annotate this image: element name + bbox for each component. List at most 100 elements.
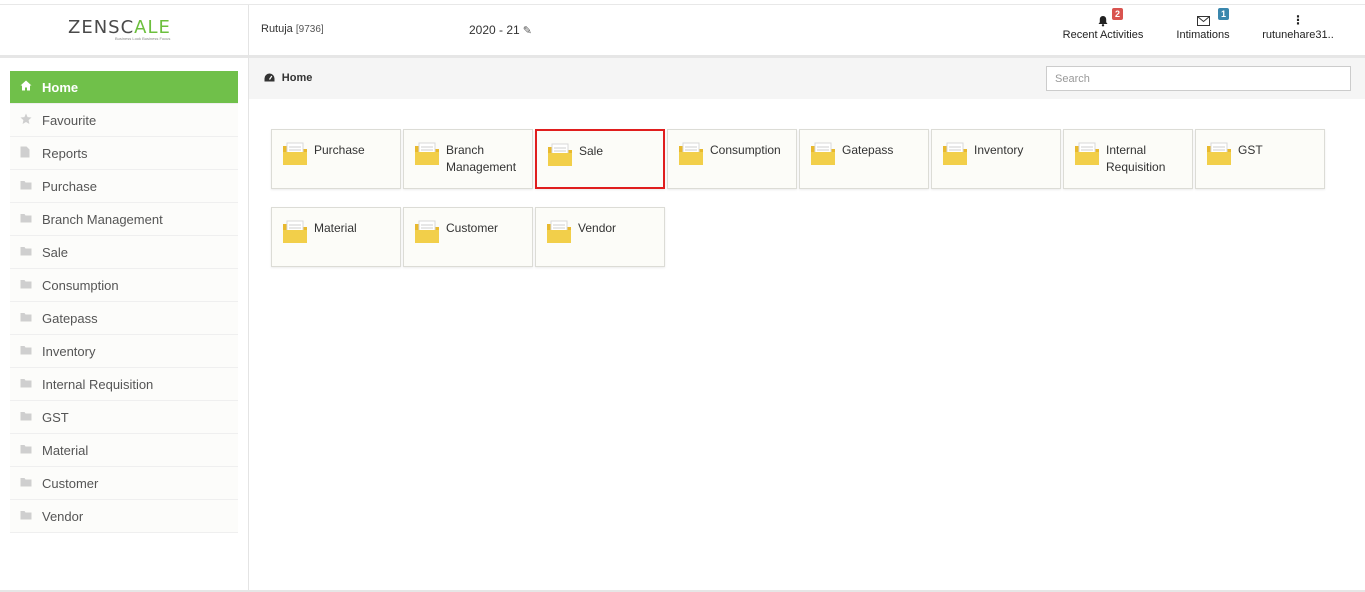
sidebar-item-label: Vendor: [42, 508, 84, 524]
user-name: Rutuja: [261, 23, 293, 35]
tile-label: Sale: [579, 144, 604, 158]
sidebar-item-sale[interactable]: Sale: [10, 236, 238, 269]
sidebar-item-purchase[interactable]: Purchase: [10, 170, 238, 203]
breadcrumb-home: Home: [281, 72, 313, 84]
folder-icon: [20, 509, 42, 523]
tile-label: Gatepass: [842, 143, 894, 157]
tile-label: Branch Management: [446, 143, 517, 174]
sidebar-item-material[interactable]: Material: [10, 434, 238, 467]
sidebar-item-label: Customer: [42, 475, 99, 491]
recent-count-badge: 2: [1112, 8, 1124, 20]
folder-icon: [1206, 141, 1232, 167]
folder-icon: [282, 141, 308, 167]
tile-internal-requisition[interactable]: Internal Requisition: [1063, 129, 1193, 189]
folder-icon: [942, 141, 968, 167]
sidebar-item-home[interactable]: Home: [10, 71, 238, 104]
tile-label: Consumption: [710, 143, 781, 157]
edit-icon[interactable]: ✎: [523, 25, 532, 37]
folder-icon: [20, 245, 42, 259]
sidebar-item-gst[interactable]: GST: [10, 401, 238, 434]
sidebar-item-label: Inventory: [42, 343, 96, 359]
sidebar-item-label: Internal Requisition: [42, 376, 154, 392]
recent-activities-button[interactable]: 2 Recent Activities: [1060, 8, 1146, 41]
tile-purchase[interactable]: Purchase: [271, 129, 401, 189]
folder-icon: [20, 179, 42, 193]
folder-icon: [678, 141, 704, 167]
sidebar-item-internal-requisition[interactable]: Internal Requisition: [10, 368, 238, 401]
envelope-icon: 1: [1173, 8, 1233, 29]
tile-consumption[interactable]: Consumption: [667, 129, 797, 189]
folder-icon: [282, 219, 308, 245]
breadcrumb[interactable]: Home: [264, 72, 312, 84]
folder-icon: [20, 212, 42, 226]
dashboard-icon: [264, 73, 278, 84]
tile-label: Material: [314, 221, 357, 235]
home-icon: [20, 80, 42, 94]
sidebar-item-customer[interactable]: Customer: [10, 467, 238, 500]
sidebar-item-label: GST: [42, 409, 69, 425]
tile-gst[interactable]: GST: [1195, 129, 1325, 189]
logo: ZENSCALE: [68, 17, 171, 38]
tile-label: Purchase: [314, 143, 365, 157]
breadcrumb-bar: Home: [249, 58, 1365, 99]
user-id: [9736]: [295, 24, 324, 35]
folder-icon: [20, 311, 42, 325]
tile-branch-management[interactable]: Branch Management: [403, 129, 533, 189]
sidebar-item-consumption[interactable]: Consumption: [10, 269, 238, 302]
sidebar-item-favourite[interactable]: Favourite: [10, 104, 238, 137]
tile-customer[interactable]: Customer: [403, 207, 533, 267]
folder-icon: [20, 476, 42, 490]
tile-label: Vendor: [578, 221, 617, 235]
intimations-button[interactable]: 1 Intimations: [1173, 8, 1233, 41]
fiscal-year-label: 2020 - 21: [469, 23, 520, 37]
folder-icon: [546, 219, 572, 245]
sidebar-item-label: Gatepass: [42, 310, 98, 326]
sidebar-item-label: Favourite: [42, 112, 97, 128]
sidebar-item-label: Consumption: [42, 277, 119, 293]
search-input[interactable]: [1046, 66, 1351, 91]
tile-sale[interactable]: Sale: [535, 129, 665, 189]
sidebar-nav: Home Favourite Reports Purchase Branch Manag…: [10, 71, 238, 533]
sidebar-item-branch-management[interactable]: Branch Management: [10, 203, 238, 236]
sidebar-item-vendor[interactable]: Vendor: [10, 500, 238, 533]
folder-icon: [414, 141, 440, 167]
fiscal-year[interactable]: 2020 - 21 ✎: [469, 23, 532, 37]
vertical-dots-icon: ⋮: [1292, 13, 1304, 27]
sidebar-item-label: Material: [42, 442, 89, 458]
tile-inventory[interactable]: Inventory: [931, 129, 1061, 189]
user-info: Rutuja [9736]: [261, 23, 324, 35]
account-label: rutunehare31..: [1262, 29, 1334, 41]
recent-activities-label: Recent Activities: [1062, 29, 1144, 41]
sidebar-item-label: Home: [42, 79, 79, 95]
star-icon: [20, 113, 42, 128]
folder-icon: [414, 219, 440, 245]
folder-icon: [20, 410, 42, 424]
folder-icon: [1074, 141, 1100, 167]
tile-label: Inventory: [974, 143, 1024, 157]
account-menu-button[interactable]: ⋮ rutunehare31..: [1260, 11, 1336, 41]
folder-icon: [810, 141, 836, 167]
file-icon: [20, 146, 42, 161]
sidebar-item-label: Purchase: [42, 178, 97, 194]
sidebar-item-reports[interactable]: Reports: [10, 137, 238, 170]
tile-vendor[interactable]: Vendor: [535, 207, 665, 267]
sidebar-item-label: Reports: [42, 145, 88, 161]
sidebar-item-label: Branch Management: [42, 211, 163, 227]
intimations-label: Intimations: [1176, 29, 1230, 41]
logo-area[interactable]: ZENSCALE Business Look Business Focus: [0, 5, 249, 58]
sidebar-item-label: Sale: [42, 244, 69, 260]
tile-label: Internal Requisition: [1106, 143, 1166, 174]
folder-icon: [547, 142, 573, 168]
tile-material[interactable]: Material: [271, 207, 401, 267]
sidebar-item-gatepass[interactable]: Gatepass: [10, 302, 238, 335]
sidebar-item-inventory[interactable]: Inventory: [10, 335, 238, 368]
bell-icon: 2: [1060, 8, 1146, 29]
top-bar: ZENSCALE Business Look Business Focus Ru…: [0, 4, 1365, 58]
intimations-count-badge: 1: [1218, 8, 1230, 20]
tile-label: Customer: [446, 221, 499, 235]
folder-icon: [20, 377, 42, 391]
logo-tagline: Business Look Business Focus: [115, 36, 171, 41]
tile-label: GST: [1238, 143, 1263, 157]
folder-icon: [20, 344, 42, 358]
tile-gatepass[interactable]: Gatepass: [799, 129, 929, 189]
